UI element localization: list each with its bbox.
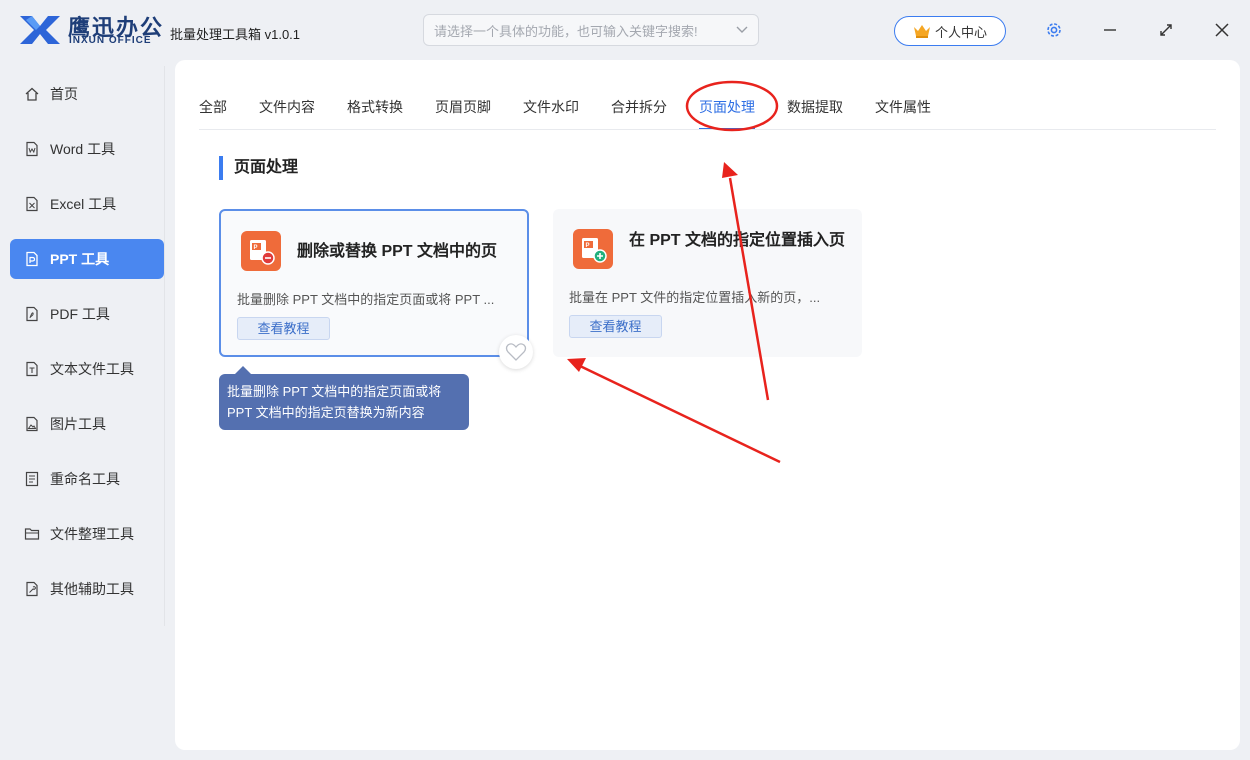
- sidebar-item-text[interactable]: 文本文件工具: [10, 349, 164, 389]
- excel-file-icon: [26, 196, 38, 212]
- image-file-icon: [26, 416, 38, 432]
- svg-text:P: P: [254, 245, 258, 251]
- sidebar-item-word[interactable]: Word 工具: [10, 129, 164, 169]
- sidebar-item-label: Word 工具: [50, 141, 116, 157]
- chevron-down-icon[interactable]: [736, 23, 748, 37]
- close-icon[interactable]: [1210, 18, 1234, 42]
- tooltip-line-1: 批量删除 PPT 文档中的指定页面或将: [227, 384, 442, 399]
- sidebar-item-label: 文本文件工具: [50, 361, 134, 377]
- ppt-file-icon: [26, 251, 38, 267]
- sidebar-item-label: PDF 工具: [50, 306, 110, 322]
- view-tutorial-button[interactable]: 查看教程: [237, 317, 330, 340]
- tools-icon: [26, 581, 38, 597]
- tooltip-line-2: PPT 文档中的指定页替换为新内容: [227, 405, 425, 420]
- pdf-file-icon: [26, 306, 38, 322]
- folder-icon: [24, 528, 40, 540]
- main-panel: 全部 文件内容 格式转换 页眉页脚 文件水印 合并拆分 页面处理 数据提取 文件…: [175, 60, 1240, 750]
- word-file-icon: [26, 141, 38, 157]
- inxun-logo-icon: [20, 16, 60, 44]
- maximize-icon[interactable]: [1154, 18, 1178, 42]
- tab-page-processing[interactable]: 页面处理: [699, 96, 755, 130]
- app-title: 批量处理工具箱 v1.0.1: [170, 27, 301, 42]
- sidebar-item-excel[interactable]: Excel 工具: [10, 184, 164, 224]
- text-file-icon: [26, 361, 38, 377]
- favorite-heart-icon[interactable]: [499, 335, 533, 369]
- tab-watermark[interactable]: 文件水印: [523, 96, 579, 130]
- settings-gear-icon[interactable]: [1042, 18, 1066, 42]
- card-title: 在 PPT 文档的指定位置插入页: [629, 232, 846, 249]
- tab-file-properties[interactable]: 文件属性: [875, 96, 931, 130]
- tab-data-extraction[interactable]: 数据提取: [787, 96, 843, 130]
- sidebar-divider: [164, 66, 165, 626]
- user-center-button[interactable]: 个人中心: [894, 16, 1006, 46]
- sidebar-item-label: Excel 工具: [50, 196, 117, 212]
- brand-name-english: INXUN OFFICE: [69, 35, 152, 46]
- rename-icon: [25, 471, 39, 487]
- tool-card-insert-pages[interactable]: P 在 PPT 文档的指定位置插入页 批量在 PPT 文件的指定位置插入新的页，…: [553, 209, 862, 357]
- user-center-label: 个人中心: [934, 24, 987, 40]
- sidebar-item-pdf[interactable]: PDF 工具: [10, 294, 164, 334]
- tab-merge-split[interactable]: 合并拆分: [611, 96, 667, 130]
- sidebar: 首页 Word 工具 Excel 工具 PPT 工具 PDF 工具 文本文件工具…: [0, 60, 174, 760]
- sidebar-item-label: 重命名工具: [50, 471, 120, 487]
- sidebar-item-home[interactable]: 首页: [10, 74, 164, 114]
- search-input[interactable]: 请选择一个具体的功能，也可输入关键字搜索!: [423, 14, 759, 46]
- view-tutorial-button[interactable]: 查看教程: [569, 315, 662, 338]
- card-tooltip: 批量删除 PPT 文档中的指定页面或将 PPT 文档中的指定页替换为新内容: [219, 366, 469, 430]
- title-bar: 鹰迅办公 INXUN OFFICE 批量处理工具箱 v1.0.1 请选择一个具体…: [0, 0, 1250, 60]
- card-title: 删除或替换 PPT 文档中的页: [297, 243, 498, 260]
- sidebar-item-label: 图片工具: [50, 416, 106, 432]
- search-placeholder: 请选择一个具体的功能，也可输入关键字搜索!: [434, 23, 698, 39]
- sidebar-item-image[interactable]: 图片工具: [10, 404, 164, 444]
- tab-file-content[interactable]: 文件内容: [259, 96, 315, 130]
- section-title: 页面处理: [219, 156, 298, 180]
- sidebar-item-other[interactable]: 其他辅助工具: [10, 569, 164, 609]
- sidebar-item-ppt[interactable]: PPT 工具: [10, 239, 164, 279]
- ppt-insert-page-icon: P: [573, 229, 613, 269]
- tab-format-conversion[interactable]: 格式转换: [347, 96, 403, 130]
- category-tabs: 全部 文件内容 格式转换 页眉页脚 文件水印 合并拆分 页面处理 数据提取 文件…: [199, 96, 963, 130]
- card-description: 批量在 PPT 文件的指定位置插入新的页，...: [569, 290, 821, 305]
- home-icon: [25, 87, 39, 101]
- ppt-delete-page-icon: P: [241, 231, 281, 271]
- tab-divider: [199, 129, 1216, 130]
- sidebar-item-label: 其他辅助工具: [50, 581, 134, 597]
- sidebar-item-label: 首页: [50, 86, 78, 102]
- minimize-icon[interactable]: [1098, 18, 1122, 42]
- tab-header-footer[interactable]: 页眉页脚: [435, 96, 491, 130]
- sidebar-item-label: PPT 工具: [50, 251, 110, 267]
- svg-text:P: P: [586, 243, 590, 249]
- sidebar-item-label: 文件整理工具: [50, 526, 134, 542]
- sidebar-item-rename[interactable]: 重命名工具: [10, 459, 164, 499]
- card-description: 批量删除 PPT 文档中的指定页面或将 PPT ...: [237, 292, 495, 307]
- tool-card-delete-replace-pages[interactable]: P 删除或替换 PPT 文档中的页 批量删除 PPT 文档中的指定页面或将 PP…: [219, 209, 529, 357]
- tab-all[interactable]: 全部: [199, 96, 227, 130]
- sidebar-item-organize[interactable]: 文件整理工具: [10, 514, 164, 554]
- crown-icon: [913, 25, 930, 38]
